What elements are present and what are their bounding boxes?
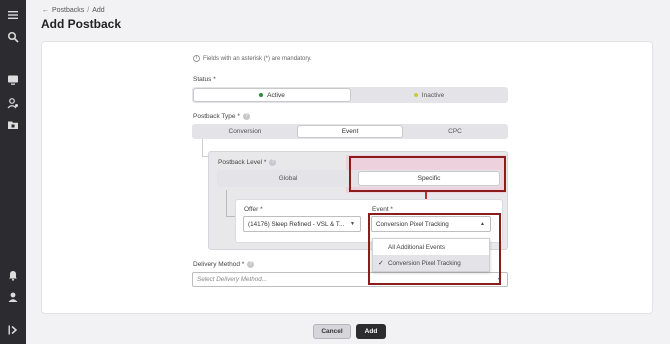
breadcrumb-root[interactable]: Postbacks (52, 7, 84, 14)
postback-type-label-text: Postback Type * (193, 113, 240, 120)
postback-level-label: Postback Level * ? (218, 159, 277, 166)
caret-down-icon: ▼ (350, 221, 355, 227)
postback-type-event-label: Event (341, 128, 359, 135)
inner-tree-connector (226, 190, 235, 217)
active-dot-icon (259, 93, 264, 97)
cancel-button[interactable]: Cancel (313, 324, 351, 339)
postback-type-event[interactable]: Event (297, 125, 403, 138)
user-icon[interactable] (6, 290, 20, 304)
status-option-inactive[interactable]: Inactive (351, 88, 507, 102)
delivery-method-label: Delivery Method * ? (193, 261, 255, 268)
mandatory-note: i Fields with an asterisk (*) are mandat… (193, 55, 312, 62)
specific-annotation-box (349, 156, 506, 192)
mandatory-note-text: Fields with an asterisk (*) are mandator… (203, 55, 312, 62)
postback-type-cpc-label: CPC (448, 128, 462, 135)
info-icon: i (193, 55, 200, 62)
postback-type-cpc[interactable]: CPC (403, 125, 507, 138)
status-option-active[interactable]: Active (193, 88, 351, 102)
add-button[interactable]: Add (356, 324, 386, 339)
breadcrumb: ← Postbacks / Add (42, 7, 105, 14)
postback-level-label-text: Postback Level * (218, 159, 267, 166)
folder-icon[interactable] (6, 118, 20, 132)
breadcrumb-separator: / (87, 7, 90, 14)
postback-type-conversion-label: Conversion (228, 128, 262, 135)
postback-level-global[interactable]: Global (218, 171, 358, 186)
delivery-method-label-text: Delivery Method * (193, 261, 245, 268)
offer-label: Offer * (244, 206, 263, 213)
nav-rail (0, 0, 26, 344)
status-label: Status * (193, 76, 216, 83)
status-option-active-label: Active (267, 91, 285, 99)
help-icon[interactable]: ? (269, 159, 277, 166)
event-label: Event * (372, 206, 393, 213)
inactive-dot-icon (413, 93, 418, 97)
status-toggle: Active Inactive (192, 87, 508, 103)
status-option-inactive-label: Inactive (421, 91, 445, 99)
postback-level-global-label: Global (278, 175, 298, 182)
menu-icon[interactable] (6, 8, 20, 22)
monitor-icon[interactable] (6, 73, 20, 87)
postback-type-label: Postback Type * ? (193, 113, 250, 120)
offer-select[interactable]: (14176) Sleep Refined - VSL & T... ▼ (243, 216, 361, 232)
help-icon[interactable]: ? (242, 113, 250, 120)
event-label-text: Event * (372, 206, 393, 213)
expand-icon[interactable] (6, 323, 20, 337)
search-icon[interactable] (6, 30, 20, 44)
event-annotation-box (368, 213, 501, 285)
user-settings-icon[interactable] (6, 96, 20, 110)
postback-type-conversion[interactable]: Conversion (193, 125, 297, 138)
breadcrumb-current: Add (92, 7, 105, 14)
offer-label-text: Offer * (244, 206, 263, 213)
bell-icon[interactable] (6, 268, 20, 282)
postback-type-toggle: Conversion Event CPC (192, 124, 508, 139)
offer-select-value: (14176) Sleep Refined - VSL & T... (248, 220, 345, 228)
page-title: Add Postback (41, 17, 122, 31)
back-arrow-icon[interactable]: ← (42, 7, 49, 14)
delivery-method-placeholder: Select Delivery Method... (197, 276, 267, 283)
status-label-text: Status * (193, 76, 216, 83)
help-icon[interactable]: ? (247, 261, 255, 268)
